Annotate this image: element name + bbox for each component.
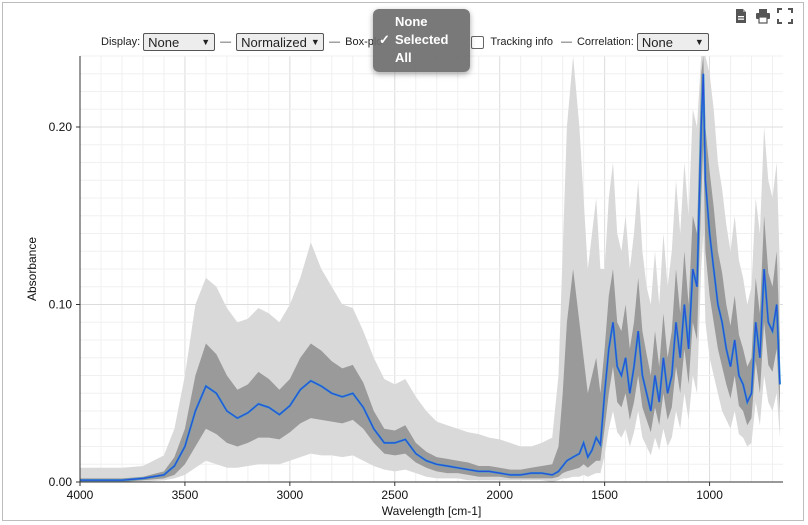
dropdown-option-label: Selected <box>395 32 449 47</box>
dropdown-option-label: None <box>395 14 428 29</box>
checkmark-icon: ✓ <box>379 32 390 47</box>
boxplot-dropdown-menu: None ✓ Selected All <box>373 9 470 72</box>
x-tick-label: 2000 <box>486 488 513 502</box>
dropdown-option-label: All <box>395 50 412 65</box>
x-tick-label: 3000 <box>276 488 303 502</box>
y-tick-label: 0.00 <box>49 475 73 489</box>
x-tick-label: 3500 <box>172 488 199 502</box>
x-tick-label: 1500 <box>591 488 618 502</box>
x-tick-label: 1000 <box>696 488 723 502</box>
spectrum-chart: 4000 3500 3000 2500 2000 1500 1000 0.00 0.10 0.20… <box>25 55 783 518</box>
x-axis-label: Wavelength [cm-1] <box>382 504 482 518</box>
y-tick-label: 0.20 <box>49 120 73 134</box>
x-tick-label: 2500 <box>381 488 408 502</box>
dropdown-option-selected[interactable]: ✓ Selected <box>373 31 470 49</box>
y-tick-label: 0.10 <box>49 298 73 312</box>
x-tick-label: 4000 <box>67 488 94 502</box>
y-axis-label: Absorbance <box>25 237 39 301</box>
dropdown-option-all[interactable]: All <box>373 49 470 67</box>
dropdown-option-none[interactable]: None <box>373 13 470 31</box>
